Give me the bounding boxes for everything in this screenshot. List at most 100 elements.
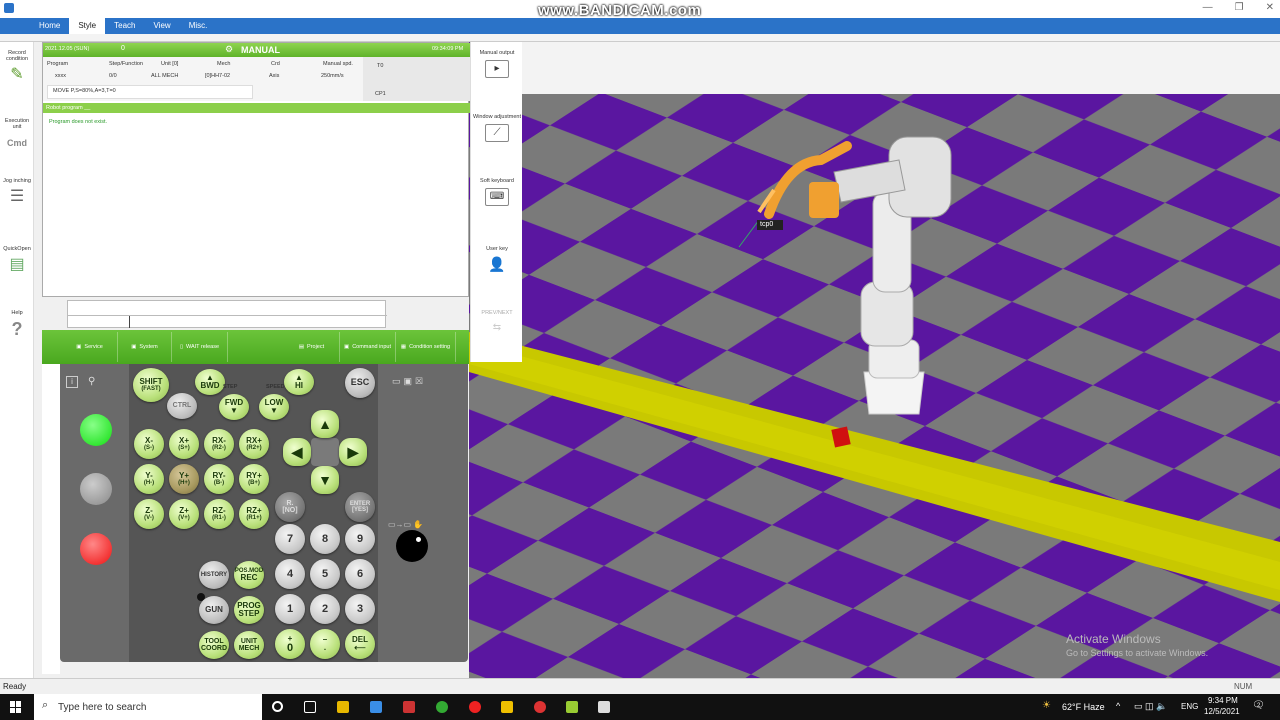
key-1[interactable]: 1 xyxy=(275,594,305,624)
input-display-box[interactable] xyxy=(67,300,387,328)
prev-next-button[interactable]: PREV/NEXT ⇆ xyxy=(471,310,523,338)
weather-text[interactable]: 62°F Haze xyxy=(1062,702,1105,712)
taskbar-search[interactable]: ⌕ Type here to search xyxy=(34,694,262,720)
system-button[interactable]: ▣ System xyxy=(118,332,172,362)
rx-plus-key[interactable]: RX+ (R2+) xyxy=(239,429,269,459)
no-key[interactable]: R. [NO] xyxy=(275,492,305,522)
help-button[interactable]: Help ? xyxy=(0,310,34,339)
record-condition-button[interactable]: Record condition ✎ xyxy=(0,50,34,85)
rz-plus-label: RZ+ xyxy=(246,506,262,515)
cortana-icon[interactable] xyxy=(272,701,283,712)
prog-step-key[interactable]: PROG STEP xyxy=(234,596,264,624)
user-key-button[interactable]: User key 👤 xyxy=(471,246,523,274)
jog-inching-button[interactable]: Jog inching ☰ xyxy=(0,178,34,207)
del-key[interactable]: DEL ⟵ xyxy=(345,629,375,659)
windows-start-icon[interactable] xyxy=(10,701,22,713)
crd-value: Axis xyxy=(269,73,280,79)
clock-time[interactable]: 9:34 PM xyxy=(1208,696,1238,705)
quickopen-button[interactable]: QuickOpen ▤ xyxy=(0,246,34,275)
3d-viewport[interactable]: tcp0 Activate Windows Go to Settings to … xyxy=(469,42,1280,678)
window-adjustment-button[interactable]: Window adjustment ⟋ xyxy=(471,114,523,142)
pin-icon[interactable]: ⚲ xyxy=(88,376,95,387)
x-plus-key[interactable]: X+ (S+) xyxy=(169,429,199,459)
dpad-up-arrow-icon[interactable]: ▲ xyxy=(311,410,339,438)
pendant-close-icon[interactable]: ☒ xyxy=(415,376,423,387)
bwd-key[interactable]: ▲ BWD xyxy=(195,369,225,395)
project-button[interactable]: ▤ Project xyxy=(284,332,340,362)
servo-on-lamp[interactable] xyxy=(80,414,112,446)
tab-misc[interactable]: Misc. xyxy=(180,18,217,34)
system-icon: ▣ xyxy=(131,344,137,350)
tray-icons[interactable]: ▭ ◫ 🔈 xyxy=(1134,701,1167,712)
rz-plus-key[interactable]: RZ+ (R1+) xyxy=(239,499,269,529)
unit-mech-key[interactable]: UNIT MECH xyxy=(234,631,264,659)
tray-chevron-icon[interactable]: ^ xyxy=(1116,701,1120,711)
tab-teach[interactable]: Teach xyxy=(105,18,144,34)
y-minus-key[interactable]: Y- (H-) xyxy=(134,464,164,494)
condition-setting-button[interactable]: ▦ Condition setting xyxy=(396,332,456,362)
app-icon-4[interactable] xyxy=(534,701,546,713)
minimize-icon[interactable]: — xyxy=(1203,2,1213,13)
pendant-restore-icon[interactable]: ▣ xyxy=(404,376,413,387)
joystick[interactable] xyxy=(396,530,428,562)
question-icon: ? xyxy=(11,319,23,339)
rx-minus-key[interactable]: RX- (R2-) xyxy=(204,429,234,459)
rec-key[interactable]: POS.MOD REC xyxy=(234,561,264,589)
app-icon-5[interactable] xyxy=(566,701,578,713)
dpad-left-arrow-icon[interactable]: ◀ xyxy=(283,438,311,466)
file-explorer-icon[interactable] xyxy=(337,701,349,713)
app-icon-2[interactable] xyxy=(370,701,382,713)
tool-coord-key[interactable]: TOOL COORD xyxy=(199,631,229,659)
robot-sim-icon[interactable] xyxy=(598,701,610,713)
pendant-minimize-icon[interactable]: ▭ xyxy=(392,376,401,387)
key-9[interactable]: 9 xyxy=(345,524,375,554)
app-icon-3[interactable] xyxy=(403,701,415,713)
gun-key[interactable]: GUN xyxy=(199,596,229,624)
x-minus-key[interactable]: X- (S-) xyxy=(134,429,164,459)
key-2[interactable]: 2 xyxy=(310,594,340,624)
tab-home[interactable]: Home xyxy=(30,18,69,34)
ctrl-key[interactable]: CTRL xyxy=(167,393,197,419)
dpad-down-arrow-icon[interactable]: ▼ xyxy=(311,466,339,494)
key-dot[interactable]: –. xyxy=(310,629,340,659)
chrome-icon[interactable] xyxy=(436,701,448,713)
key-5[interactable]: 5 xyxy=(310,559,340,589)
z-minus-key[interactable]: Z- (V-) xyxy=(134,499,164,529)
execution-unit-button[interactable]: Execution unit Cmd xyxy=(0,118,34,153)
shift-key[interactable]: SHIFT (FAST) xyxy=(133,368,169,402)
tab-style[interactable]: Style xyxy=(69,18,106,34)
key-8[interactable]: 8 xyxy=(310,524,340,554)
wait-release-button[interactable]: ▯ WAIT release xyxy=(172,332,228,362)
key-3[interactable]: 3 xyxy=(345,594,375,624)
sticky-notes-icon[interactable] xyxy=(501,701,513,713)
z-plus-key[interactable]: Z+ (V+) xyxy=(169,499,199,529)
manual-output-button[interactable]: Manual output ▸ xyxy=(471,50,523,78)
hi-speed-key[interactable]: ▲ HI xyxy=(284,369,314,395)
close-icon[interactable]: ✕ xyxy=(1266,2,1274,13)
info-icon[interactable]: i xyxy=(66,376,78,388)
esc-key[interactable]: ESC xyxy=(345,368,375,398)
service-button[interactable]: ▣ Service xyxy=(62,332,118,362)
rz-minus-key[interactable]: RZ- (R1-) xyxy=(204,499,234,529)
task-view-icon[interactable] xyxy=(304,701,316,713)
dpad-right-arrow-icon[interactable]: ▶ xyxy=(339,438,367,466)
ry-plus-key[interactable]: RY+ (B+) xyxy=(239,464,269,494)
language-indicator[interactable]: ENG xyxy=(1181,702,1198,711)
ry-minus-key[interactable]: RY- (B-) xyxy=(204,464,234,494)
command-input-button[interactable]: ▣ Command input xyxy=(340,332,396,362)
y-plus-key[interactable]: Y+ (H+) xyxy=(169,464,199,494)
emergency-stop-lamp[interactable] xyxy=(80,533,112,565)
soft-keyboard-button[interactable]: Soft keyboard ⌨ xyxy=(471,178,523,206)
key-4[interactable]: 4 xyxy=(275,559,305,589)
key-6[interactable]: 6 xyxy=(345,559,375,589)
restore-icon[interactable]: ❐ xyxy=(1235,2,1244,13)
history-key[interactable]: HISTORY xyxy=(199,561,229,589)
key-7[interactable]: 7 xyxy=(275,524,305,554)
tab-view[interactable]: View xyxy=(145,18,180,34)
key-0[interactable]: +0 xyxy=(275,629,305,659)
hold-lamp[interactable] xyxy=(80,473,112,505)
enter-key[interactable]: ENTER [YES] xyxy=(345,492,375,522)
clock-date[interactable]: 12/5/2021 xyxy=(1204,707,1240,716)
record-icon[interactable] xyxy=(469,701,481,713)
fwd-key[interactable]: FWD ▼ xyxy=(219,394,249,420)
